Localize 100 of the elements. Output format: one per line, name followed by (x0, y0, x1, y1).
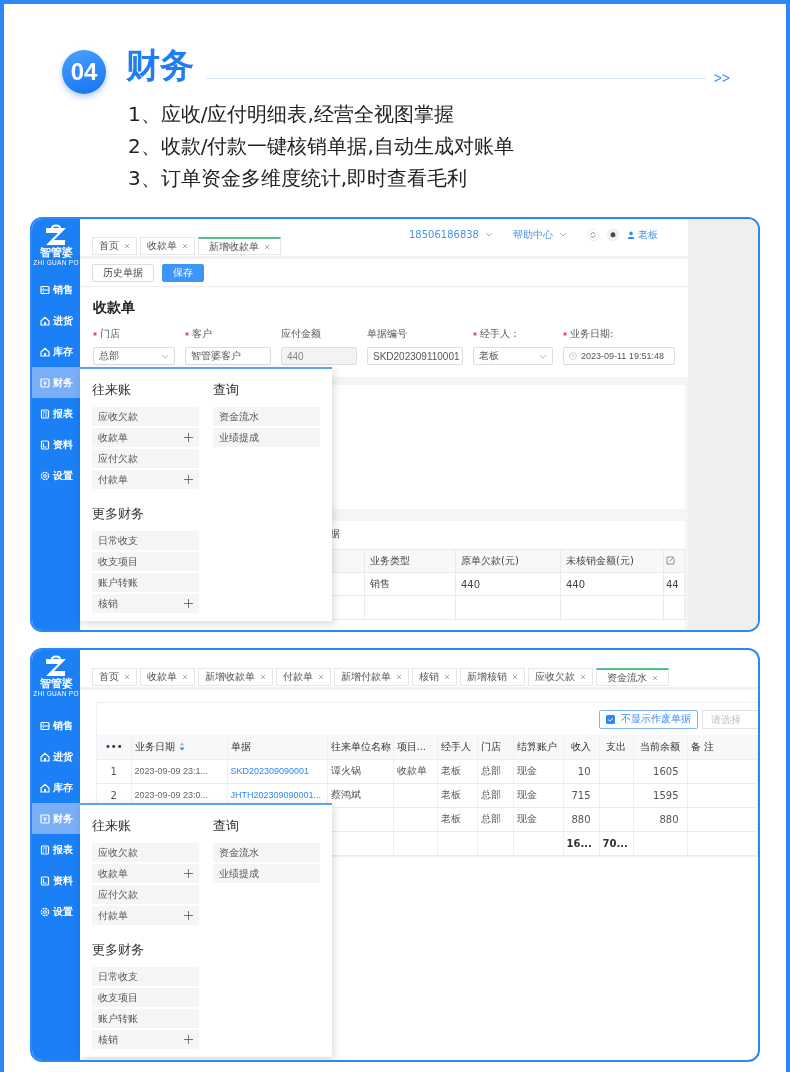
select-field[interactable]: 总部 (93, 347, 175, 365)
menu-item[interactable]: 收支项目 (92, 552, 199, 571)
home-icon (40, 315, 50, 326)
filter-toggle[interactable]: 不显示作废单据 (599, 709, 698, 729)
sort-icon[interactable] (178, 742, 185, 752)
column-header: 结算账户 (513, 735, 563, 759)
close-icon[interactable] (182, 674, 188, 680)
close-icon[interactable] (124, 243, 130, 249)
close-icon[interactable] (396, 674, 402, 680)
tab[interactable]: 收款单 (140, 237, 195, 255)
menu-item[interactable]: 收支项目 (92, 988, 199, 1007)
sidebar-item[interactable]: 库存 (32, 772, 80, 803)
date-field[interactable]: 2023-09-11 19:51:48 (563, 347, 675, 365)
close-icon[interactable] (580, 674, 586, 680)
close-icon[interactable] (264, 243, 270, 250)
sidebar-item[interactable]: 设置 (32, 896, 80, 927)
form-title: 收款单 (93, 299, 136, 317)
menu-item[interactable]: 应收欠款 (92, 843, 199, 862)
menu-item[interactable]: 收款单 (92, 428, 199, 447)
bell-icon[interactable] (607, 228, 619, 241)
logo-text: 智管婆 (39, 678, 73, 690)
menu-item[interactable]: 应收欠款 (92, 407, 199, 426)
table-cell: 715 (563, 783, 599, 807)
feature-point: 2、收款/付款一键核销单据,自动生成对账单 (128, 133, 515, 160)
close-icon[interactable] (318, 674, 324, 680)
sidebar-item[interactable]: 资料 (32, 429, 80, 460)
menu-item[interactable]: 日常收支 (92, 967, 199, 986)
sidebar-item[interactable]: 销售 (32, 274, 80, 305)
table-cell: 440 (455, 572, 561, 596)
menu-item[interactable]: 收款单 (92, 864, 199, 883)
menu-item[interactable]: 应付欠款 (92, 449, 199, 468)
menu-heading: 查询 (213, 817, 240, 835)
sidebar-item[interactable]: 设置 (32, 460, 80, 491)
menu-item[interactable]: 资金流水 (213, 407, 320, 426)
settings-icon (40, 470, 50, 481)
table-cell: 880 (563, 807, 599, 831)
close-icon[interactable] (512, 674, 518, 680)
menu-item[interactable]: 业绩提成 (213, 428, 320, 447)
field-label: 门店 (93, 327, 175, 341)
column-header: 单据 (227, 735, 327, 759)
close-icon[interactable] (444, 674, 450, 680)
column-header: 支出 (599, 735, 633, 759)
user-menu[interactable]: 老板 (627, 227, 658, 242)
sidebar-item[interactable]: 报表 (32, 834, 80, 865)
close-icon[interactable] (124, 674, 130, 680)
menu-item[interactable]: 账户转账 (92, 1009, 199, 1028)
sidebar-item[interactable]: 销售 (32, 710, 80, 741)
menu-item[interactable]: 账户转账 (92, 573, 199, 592)
sidebar-item[interactable]: 资料 (32, 865, 80, 896)
plus-icon[interactable] (184, 1035, 193, 1044)
tab[interactable]: 收款单 (140, 668, 195, 686)
refresh-icon[interactable] (587, 228, 599, 241)
menu-item[interactable]: 资金流水 (213, 843, 320, 862)
close-icon[interactable] (182, 243, 188, 249)
sidebar-item[interactable]: 进货 (32, 741, 80, 772)
plus-icon[interactable] (184, 911, 193, 920)
select-field[interactable]: 老板 (473, 347, 553, 365)
menu-item[interactable]: 核销 (92, 594, 199, 613)
menu-item[interactable]: 日常收支 (92, 531, 199, 550)
logo-text: 智管婆 (39, 247, 73, 259)
tab[interactable]: 首页 (92, 668, 137, 686)
tab[interactable]: 资金流水 (596, 668, 669, 686)
table-cell: 总部 (477, 759, 513, 783)
table-cell: 现金 (513, 807, 563, 831)
plus-icon[interactable] (184, 475, 193, 484)
sidebar-item[interactable]: 报表 (32, 398, 80, 429)
tab[interactable]: 新增核销 (460, 668, 525, 686)
menu-item[interactable]: 应付欠款 (92, 885, 199, 904)
tab[interactable]: 首页 (92, 237, 137, 255)
plus-icon[interactable] (184, 869, 193, 878)
tab[interactable]: 付款单 (276, 668, 331, 686)
home-icon (40, 346, 50, 357)
menu-item[interactable]: 付款单 (92, 906, 199, 925)
edit-icon[interactable] (666, 555, 675, 565)
close-icon[interactable] (260, 674, 266, 680)
checkbox[interactable] (606, 714, 615, 724)
document-link[interactable]: JHTH202309090001... (230, 790, 322, 800)
tab[interactable]: 应收欠款 (528, 668, 593, 686)
tab[interactable]: 新增付款单 (334, 668, 409, 686)
document-link[interactable]: SKD202309090001 (230, 766, 310, 776)
input-field[interactable]: SKD202309110001 (367, 347, 463, 365)
sidebar-item[interactable]: 库存 (32, 336, 80, 367)
menu-item[interactable]: 核销 (92, 1030, 199, 1049)
chevron-down-icon (485, 232, 493, 237)
tab[interactable]: 核销 (412, 668, 457, 686)
menu-item[interactable]: 业绩提成 (213, 864, 320, 883)
menu-item[interactable]: 付款单 (92, 470, 199, 489)
close-icon[interactable] (652, 674, 658, 681)
plus-icon[interactable] (184, 599, 193, 608)
tab[interactable]: 新增收款单 (198, 668, 273, 686)
chevron-down-icon (161, 353, 169, 359)
table-cell: 销售 (364, 572, 456, 596)
input-field[interactable]: 智管婆客户 (185, 347, 271, 365)
sidebar-item[interactable]: 进货 (32, 305, 80, 336)
plus-icon[interactable] (184, 433, 193, 442)
help-dropdown[interactable]: 帮助中心 (513, 227, 567, 242)
menu-heading: 更多财务 (92, 505, 145, 523)
required-icon (93, 332, 97, 336)
history-button[interactable]: 历史单据 (92, 263, 154, 282)
tab[interactable]: 新增收款单 (198, 237, 281, 255)
